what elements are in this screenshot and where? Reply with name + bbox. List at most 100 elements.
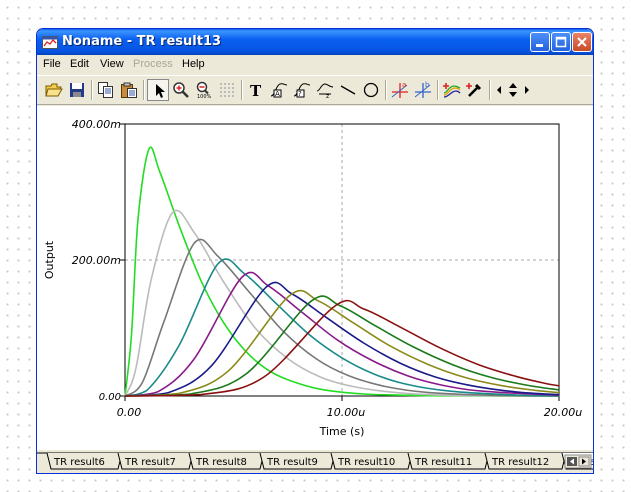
cursor-a-icon: a — [391, 81, 408, 98]
svg-text:b: b — [425, 81, 430, 89]
menu-process[interactable]: Process — [133, 58, 173, 70]
plot-area[interactable]: 0.00 200.00m 400.00m 0.00 10.00u 20.00u … — [37, 106, 593, 450]
toolbar-separator — [91, 80, 93, 100]
title-bar[interactable]: Noname - TR result13 — [37, 29, 593, 55]
tab-label: TR result11 — [414, 457, 472, 468]
tab-tr-result10[interactable]: TR result10 — [330, 452, 413, 470]
maximize-icon — [555, 36, 567, 48]
close-icon — [577, 37, 587, 47]
cursor-b-icon: b — [414, 81, 431, 98]
add-curve-button[interactable] — [441, 79, 463, 101]
y-tick-label: 0.00 — [99, 392, 121, 403]
curve-label-a-button[interactable]: A — [268, 79, 290, 101]
copy-icon — [98, 82, 113, 98]
color-picker-icon — [466, 83, 482, 97]
circle-button[interactable] — [360, 79, 382, 101]
x-tick-label: 10.00u — [327, 406, 365, 419]
zoom-in-button[interactable] — [170, 79, 192, 101]
zoom-out-button[interactable]: 100% — [193, 79, 215, 101]
tab-label: TR result12 — [491, 457, 549, 468]
open-button[interactable] — [43, 79, 65, 101]
maximize-button[interactable] — [551, 32, 571, 52]
scroll-right-button[interactable] — [521, 79, 533, 101]
paste-button[interactable] — [118, 79, 140, 101]
cursor-a-button[interactable]: a — [389, 79, 411, 101]
curve-label-b-button[interactable]: ? — [291, 79, 313, 101]
tab-tr-result12[interactable]: TR result12 — [484, 452, 567, 470]
text-icon: T — [250, 82, 262, 99]
tab-label: TR result10 — [337, 457, 395, 468]
svg-text:a: a — [402, 81, 406, 89]
curve-tag-button[interactable]: z — [314, 79, 336, 101]
svg-text:T: T — [250, 82, 262, 99]
curve-tag-icon: z — [316, 83, 334, 99]
axis-ticks — [120, 123, 560, 401]
minimize-button[interactable] — [530, 32, 550, 52]
tab-tr-result6[interactable]: TR result6 — [46, 452, 123, 470]
zoom-out-100-icon: 100% — [196, 81, 212, 99]
zoom-in-icon — [173, 82, 189, 98]
y-axis-label: Output — [43, 240, 56, 279]
svg-text:100%: 100% — [197, 94, 212, 99]
toolbar-separator — [241, 80, 243, 100]
x-tick-label: 0.00 — [117, 406, 142, 419]
open-folder-icon — [45, 83, 63, 97]
circle-icon — [363, 82, 379, 98]
pointer-button[interactable] — [147, 79, 169, 101]
menu-view[interactable]: View — [100, 58, 124, 70]
app-icon — [42, 36, 58, 49]
result-tab-bar: TR result6 TR result7 TR result8 TR result9… — [37, 452, 593, 472]
arrow-right-icon — [525, 86, 529, 94]
curve-label-a-icon: A — [270, 83, 288, 98]
copy-button[interactable] — [95, 79, 117, 101]
line-icon — [340, 85, 356, 95]
svg-text:A: A — [275, 90, 280, 98]
scroll-left-button[interactable] — [493, 79, 505, 101]
add-curve-icon — [443, 83, 461, 98]
toolbar-separator — [489, 80, 491, 100]
curve-label-b-icon: ? — [293, 83, 311, 98]
application-window: Noname - TR result13 File Edit View Proc… — [36, 28, 594, 474]
text-button[interactable]: T — [245, 79, 267, 101]
result-tabs: TR result6 TR result7 TR result8 TR result9… — [37, 452, 593, 470]
paste-icon — [121, 82, 137, 98]
line-button[interactable] — [337, 79, 359, 101]
menu-bar: File Edit View Process Help — [37, 55, 593, 74]
cursor-b-button[interactable]: b — [412, 79, 434, 101]
tab-label: TR result9 — [266, 457, 318, 468]
menu-edit[interactable]: Edit — [70, 58, 89, 70]
tab-label: TR result6 — [53, 457, 105, 468]
save-disk-icon — [70, 83, 84, 97]
y-tick-label: 400.00m — [72, 118, 121, 131]
toolbar-separator — [385, 80, 387, 100]
svg-text:z: z — [326, 93, 329, 99]
pointer-icon — [156, 84, 165, 98]
toolbar: 100% T A ? z a b — [37, 75, 593, 105]
window-title: Noname - TR result13 — [62, 34, 222, 49]
tab-scroll-control[interactable] — [564, 454, 592, 469]
menu-file[interactable]: File — [43, 58, 61, 70]
menu-help[interactable]: Help — [182, 58, 205, 70]
tab-label: TR result7 — [124, 457, 176, 468]
toolbar-separator — [143, 80, 145, 100]
tab-tr-result7[interactable]: TR result7 — [117, 452, 194, 470]
tab-tr-result9[interactable]: TR result9 — [259, 452, 336, 470]
tab-label: TR result8 — [195, 457, 247, 468]
toolbar-separator — [437, 80, 439, 100]
grid-icon — [220, 83, 234, 97]
close-button[interactable] — [572, 32, 592, 52]
x-tick-label: 20.00u — [544, 406, 582, 419]
output-chart[interactable]: 0.00 200.00m 400.00m 0.00 10.00u 20.00u … — [37, 106, 593, 450]
minimize-icon — [536, 44, 543, 47]
y-tick-label: 200.00m — [72, 254, 121, 267]
x-axis-label: Time (s) — [319, 425, 365, 438]
svg-text:?: ? — [298, 90, 302, 98]
color-picker-button[interactable] — [464, 79, 486, 101]
arrow-left-icon — [497, 86, 501, 94]
tab-tr-result11[interactable]: TR result11 — [407, 452, 490, 470]
scroll-updown-button[interactable] — [505, 79, 521, 101]
tab-tr-result8[interactable]: TR result8 — [188, 452, 265, 470]
arrow-updown-icon — [509, 83, 517, 97]
grid-button[interactable] — [216, 79, 238, 101]
save-button[interactable] — [66, 79, 88, 101]
